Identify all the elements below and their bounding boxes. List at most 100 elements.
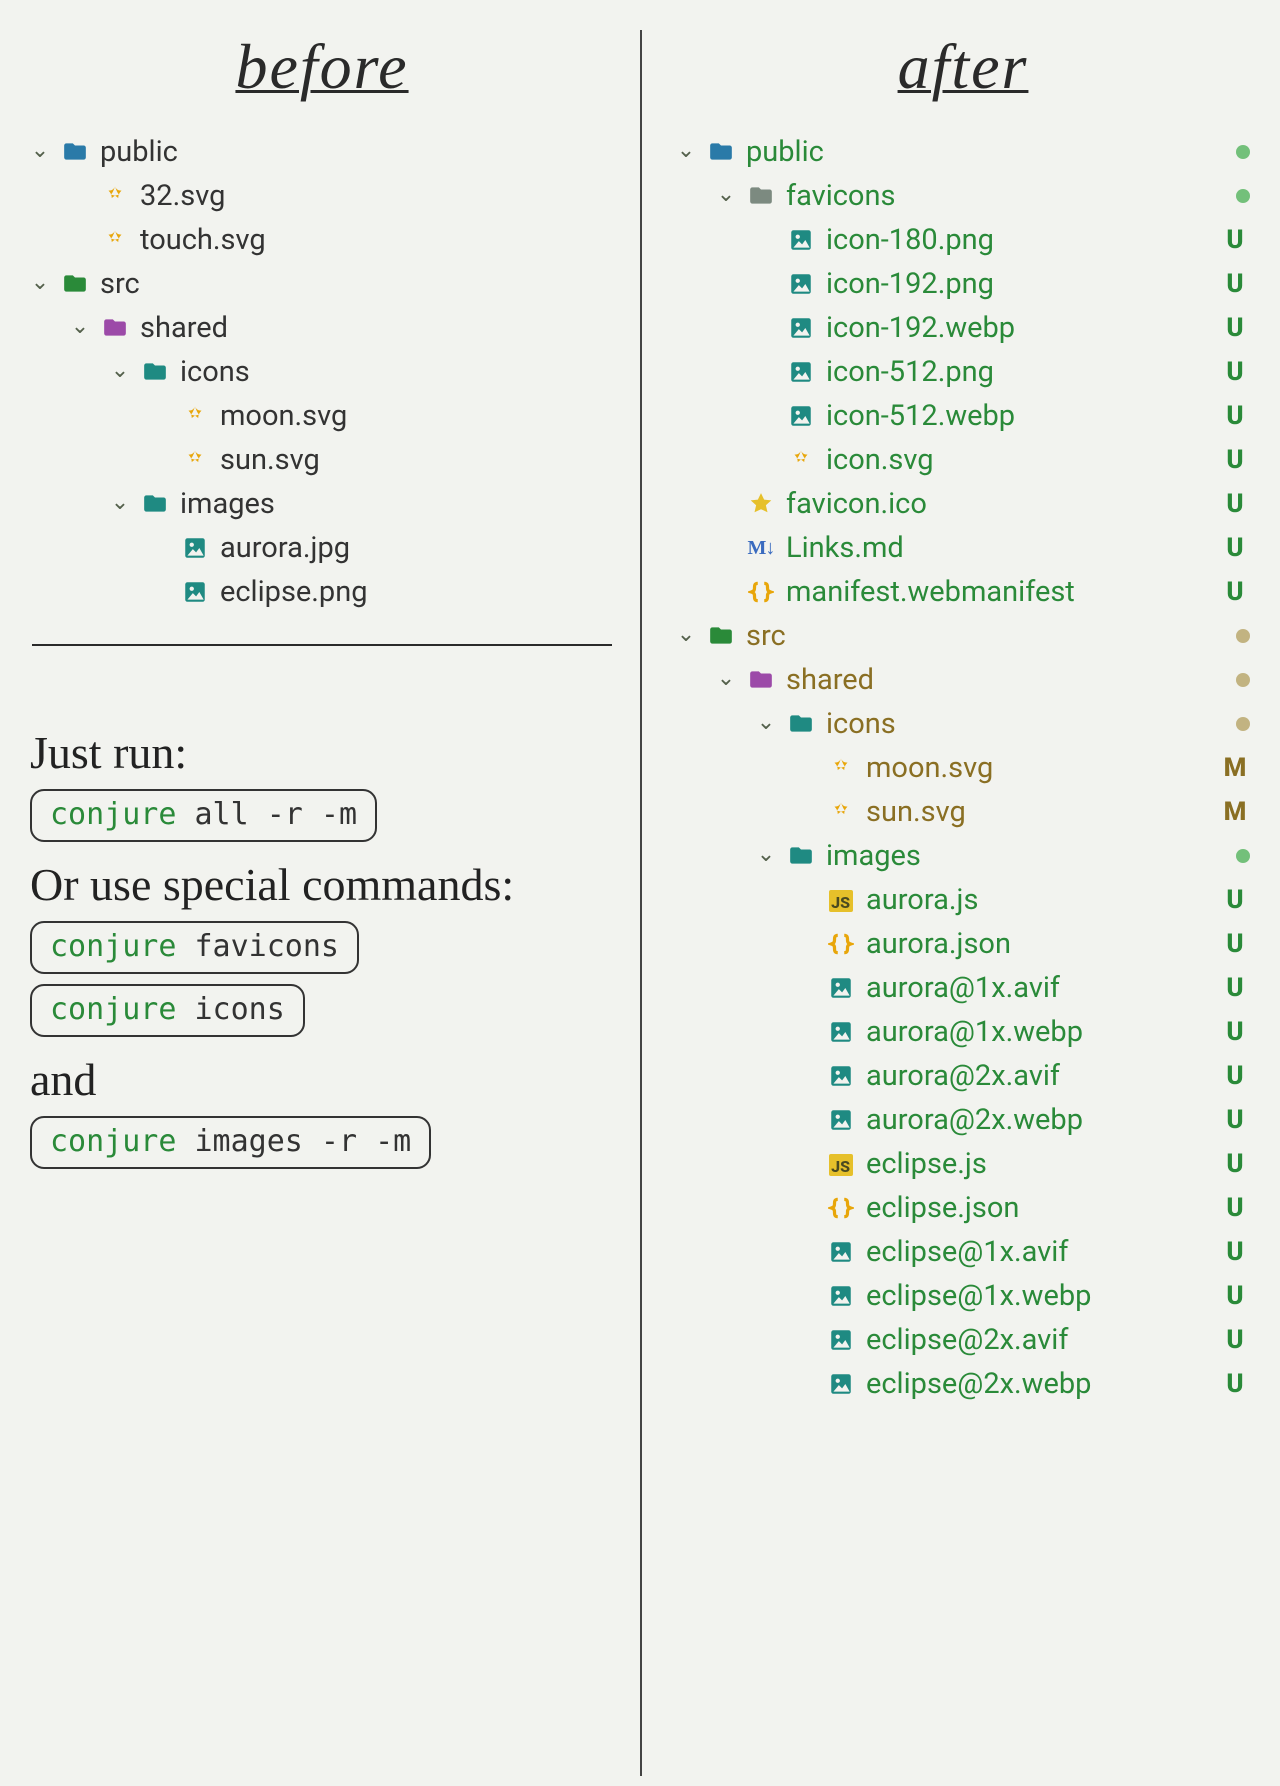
tree-row[interactable]: eclipse@2x.webp U <box>676 1362 1250 1406</box>
chevron-down-icon: ⌄ <box>110 358 130 383</box>
image-icon <box>180 533 210 563</box>
tree-row[interactable]: manifest.webmanifestU <box>676 570 1250 614</box>
git-status-badge: U <box>1220 313 1250 343</box>
tree-row[interactable]: icon-192.pngU <box>676 262 1250 306</box>
tree-item-label: sun.svg <box>866 795 966 829</box>
chevron-down-icon: ⌄ <box>756 842 776 867</box>
folder-icon <box>786 709 816 739</box>
command-box: conjure icons <box>30 984 305 1037</box>
folder-icon <box>706 137 736 167</box>
json-icon <box>826 929 856 959</box>
tree-row[interactable]: aurora@1x.avifU <box>676 966 1250 1010</box>
git-status-badge: U <box>1220 577 1250 607</box>
tree-row[interactable]: aurora.json U <box>676 922 1250 966</box>
tree-row[interactable]: ⌄shared <box>30 306 614 350</box>
svg-icon <box>100 225 130 255</box>
image-icon <box>786 357 816 387</box>
git-status-badge: U <box>1220 973 1250 1003</box>
git-status-badge: U <box>1220 1369 1250 1399</box>
tree-item-label: eclipse.json <box>866 1191 1019 1225</box>
chevron-down-icon: ⌄ <box>30 138 50 163</box>
image-icon <box>826 1105 856 1135</box>
tree-row[interactable]: 32.svg <box>30 174 614 218</box>
chevron-down-icon: ⌄ <box>70 314 90 339</box>
chevron-down-icon: ⌄ <box>676 622 696 647</box>
tree-row[interactable]: favicon.ico U <box>676 482 1250 526</box>
git-status-dot <box>1236 673 1250 687</box>
tree-row[interactable]: eclipse@1x.webpU <box>676 1274 1250 1318</box>
tree-item-label: icons <box>180 355 250 389</box>
git-status-badge: U <box>1220 1017 1250 1047</box>
git-status-badge: U <box>1220 885 1250 915</box>
tree-row[interactable]: ⌄ icons <box>30 350 614 394</box>
tree-row[interactable]: M↓Links.mdU <box>676 526 1250 570</box>
tree-item-label: aurora.jpg <box>220 531 350 565</box>
tree-row[interactable]: ⌄shared <box>676 658 1250 702</box>
tree-item-label: 32.svg <box>140 179 225 213</box>
tree-item-label: eclipse.js <box>866 1147 987 1181</box>
tree-row[interactable]: ⌄public <box>676 130 1250 174</box>
tree-row[interactable]: aurora@2x.webpU <box>676 1098 1250 1142</box>
tree-row[interactable]: sun.svg <box>30 438 614 482</box>
folder-icon <box>60 137 90 167</box>
tree-row[interactable]: eclipse.jsonU <box>676 1186 1250 1230</box>
git-status-badge: M <box>1220 797 1250 827</box>
tree-row[interactable]: ⌄ public <box>30 130 614 174</box>
git-status-badge: U <box>1220 489 1250 519</box>
svg-icon <box>100 181 130 211</box>
chevron-down-icon: ⌄ <box>110 490 130 515</box>
git-status-badge: U <box>1220 1105 1250 1135</box>
folder-icon <box>786 841 816 871</box>
tree-row[interactable]: icon-512.webpU <box>676 394 1250 438</box>
tree-item-label: aurora.json <box>866 927 1011 961</box>
tree-row[interactable]: ⌄images <box>30 482 614 526</box>
command-box: conjure images -r -m <box>30 1116 431 1169</box>
tree-item-label: favicon.ico <box>786 487 927 521</box>
tree-row[interactable]: ⌄images <box>676 834 1250 878</box>
tree-row[interactable]: eclipse@1x.avifU <box>676 1230 1250 1274</box>
tree-row[interactable]: moon.svg <box>30 394 614 438</box>
tree-item-label: src <box>746 619 786 653</box>
svg-icon <box>786 445 816 475</box>
folder-icon <box>60 269 90 299</box>
tree-row[interactable]: eclipse.png <box>30 570 614 614</box>
tree-row[interactable]: ⌄src <box>30 262 614 306</box>
tree-item-label: moon.svg <box>220 399 347 433</box>
tree-item-label: icon-512.png <box>826 355 994 389</box>
git-status-badge: M <box>1220 753 1250 783</box>
tree-row[interactable]: aurora.jpg <box>30 526 614 570</box>
tree-row[interactable]: aurora@1x.webpU <box>676 1010 1250 1054</box>
tree-row[interactable]: icon-512.png U <box>676 350 1250 394</box>
image-icon <box>826 1325 856 1355</box>
tree-item-label: public <box>100 135 178 169</box>
tree-row[interactable]: icon.svgU <box>676 438 1250 482</box>
tree-row[interactable]: ⌄favicons <box>676 174 1250 218</box>
image-icon <box>826 1369 856 1399</box>
tree-row[interactable]: ⌄icons <box>676 702 1250 746</box>
tree-item-label: eclipse@2x.webp <box>866 1367 1091 1401</box>
tree-row[interactable]: ⌄ src <box>676 614 1250 658</box>
tree-row[interactable]: aurora@2x.avifU <box>676 1054 1250 1098</box>
tree-item-label: icon-192.png <box>826 267 994 301</box>
folder-icon <box>706 621 736 651</box>
tree-row[interactable]: icon-180.pngU <box>676 218 1250 262</box>
tree-row[interactable]: icon-192.webpU <box>676 306 1250 350</box>
file-tree-after: ⌄public⌄faviconsicon-180.pngUicon-192.pn… <box>676 130 1250 1406</box>
tree-item-label: eclipse@2x.avif <box>866 1323 1068 1357</box>
git-status-badge: U <box>1220 357 1250 387</box>
file-tree-before: ⌄public32.svgtouch.svg⌄src⌄shared⌄iconsm… <box>30 130 614 614</box>
git-status-badge: U <box>1220 1061 1250 1091</box>
tree-item-label: public <box>746 135 824 169</box>
tree-item-label: icon.svg <box>826 443 934 477</box>
tree-row[interactable]: touch.svg <box>30 218 614 262</box>
command-box: conjure favicons <box>30 921 359 974</box>
image-icon <box>826 1017 856 1047</box>
command-box: conjure all -r -m <box>30 789 377 842</box>
git-status-badge: U <box>1220 929 1250 959</box>
tree-row[interactable]: sun.svg M <box>676 790 1250 834</box>
tree-row[interactable]: JSeclipse.jsU <box>676 1142 1250 1186</box>
tree-row[interactable]: eclipse@2x.avifU <box>676 1318 1250 1362</box>
tree-row[interactable]: JSaurora.jsU <box>676 878 1250 922</box>
tree-item-label: sun.svg <box>220 443 320 477</box>
tree-row[interactable]: moon.svgM <box>676 746 1250 790</box>
